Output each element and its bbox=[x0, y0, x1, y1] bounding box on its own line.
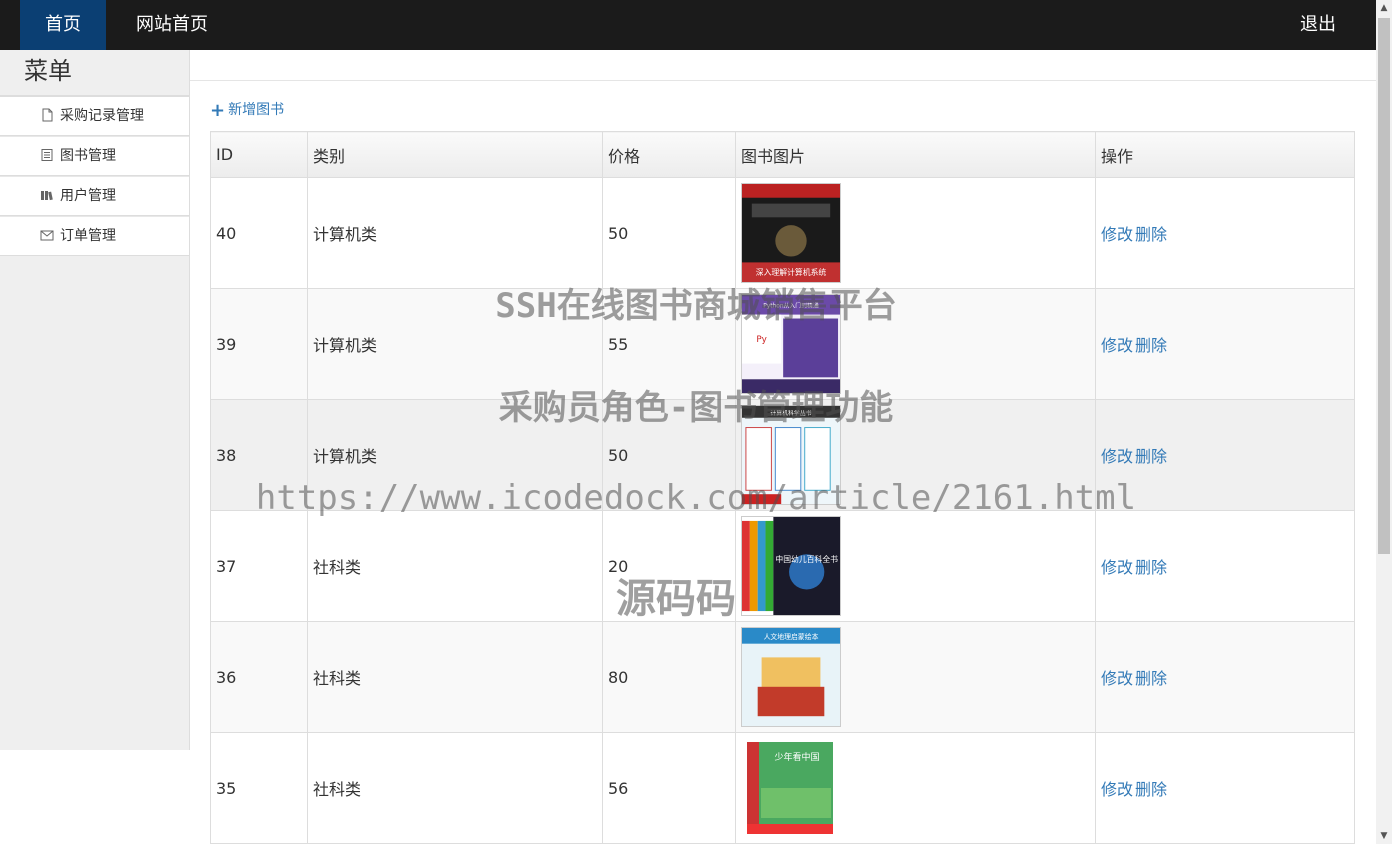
edit-link[interactable]: 修改 bbox=[1101, 447, 1133, 466]
book-cover-image: 人文地理启蒙绘本 bbox=[741, 627, 841, 727]
cell-price: 50 bbox=[602, 177, 736, 289]
cell-actions: 修改 删除 bbox=[1095, 732, 1355, 844]
cell-category: 社科类 bbox=[307, 510, 603, 622]
cell-cover: 计算机科学丛书 bbox=[735, 399, 1096, 511]
scroll-up-arrow-icon[interactable]: ▲ bbox=[1376, 0, 1392, 16]
vertical-scrollbar[interactable]: ▲ ▼ bbox=[1376, 0, 1392, 844]
column-header-id: ID bbox=[210, 131, 308, 178]
cell-cover: Py Python从入门到精通 bbox=[735, 288, 1096, 400]
edit-link[interactable]: 修改 bbox=[1101, 780, 1133, 799]
delete-link[interactable]: 删除 bbox=[1135, 447, 1167, 466]
books-icon bbox=[40, 188, 54, 202]
table-row: 36 社科类 80 人文地理启蒙绘本 修改 删除 bbox=[210, 621, 1355, 733]
table-row: 39 计算机类 55 Py Python从入门到精通 修改 删除 bbox=[210, 288, 1355, 400]
sidebar-item-label: 订单管理 bbox=[60, 228, 116, 244]
cell-price: 55 bbox=[602, 288, 736, 400]
edit-link[interactable]: 修改 bbox=[1101, 225, 1133, 244]
plus-icon: + bbox=[210, 100, 226, 121]
edit-link[interactable]: 修改 bbox=[1101, 558, 1133, 577]
list-icon bbox=[40, 148, 54, 162]
cell-cover: 中国幼儿百科全书 bbox=[735, 510, 1096, 622]
column-header-actions: 操作 bbox=[1095, 131, 1355, 178]
cell-cover: 深入理解计算机系统 bbox=[735, 177, 1096, 289]
cell-category: 社科类 bbox=[307, 621, 603, 733]
cell-category: 计算机类 bbox=[307, 288, 603, 400]
book-cover-image: 中国幼儿百科全书 bbox=[741, 516, 841, 616]
cell-category: 社科类 bbox=[307, 732, 603, 844]
cell-id: 35 bbox=[210, 732, 308, 844]
cover-title: 少年看中国 bbox=[774, 751, 819, 763]
table-row: 35 社科类 56 少年看中国 修改 删除 bbox=[210, 732, 1355, 844]
cell-cover: 人文地理启蒙绘本 bbox=[735, 621, 1096, 733]
sidebar-item-label: 用户管理 bbox=[60, 188, 116, 204]
delete-link[interactable]: 删除 bbox=[1135, 336, 1167, 355]
table-row: 38 计算机类 50 计算机科学丛书 修改 删除 bbox=[210, 399, 1355, 511]
column-header-price: 价格 bbox=[602, 131, 736, 178]
logout-link[interactable]: 退出 bbox=[1300, 0, 1336, 50]
nav-home-link[interactable]: 首页 bbox=[20, 0, 106, 50]
delete-link[interactable]: 删除 bbox=[1135, 780, 1167, 799]
sidebar-item-users[interactable]: 用户管理 bbox=[0, 176, 189, 216]
cover-title: Python从入门到精通 bbox=[763, 302, 819, 310]
svg-text:Py: Py bbox=[756, 335, 767, 345]
cell-category: 计算机类 bbox=[307, 399, 603, 511]
sidebar-item-label: 采购记录管理 bbox=[60, 108, 144, 124]
scrollbar-thumb[interactable] bbox=[1378, 18, 1390, 554]
cover-title: 计算机科学丛书 bbox=[770, 409, 811, 417]
cell-actions: 修改 删除 bbox=[1095, 621, 1355, 733]
cell-price: 56 bbox=[602, 732, 736, 844]
cell-id: 39 bbox=[210, 288, 308, 400]
delete-link[interactable]: 删除 bbox=[1135, 669, 1167, 688]
envelope-icon bbox=[40, 228, 54, 242]
add-book-button[interactable]: + 新增图书 bbox=[210, 99, 284, 121]
cell-actions: 修改 删除 bbox=[1095, 510, 1355, 622]
sidebar-menu: 采购记录管理 图书管理 用户管理 订单管理 bbox=[0, 96, 189, 256]
books-table: ID 类别 价格 图书图片 操作 40 计算机类 50 深入理解计算机系统 修改… bbox=[210, 131, 1355, 844]
nav-site-home-link[interactable]: 网站首页 bbox=[136, 0, 208, 50]
cell-price: 80 bbox=[602, 621, 736, 733]
top-navbar: 首页 网站首页 退出 bbox=[0, 0, 1376, 50]
file-icon bbox=[40, 108, 54, 122]
sidebar-item-orders[interactable]: 订单管理 bbox=[0, 216, 189, 256]
delete-link[interactable]: 删除 bbox=[1135, 558, 1167, 577]
sidebar: 菜单 采购记录管理 图书管理 用户管理 订单管理 bbox=[0, 50, 190, 750]
sidebar-title: 菜单 bbox=[0, 50, 189, 96]
cell-actions: 修改 删除 bbox=[1095, 399, 1355, 511]
cell-id: 37 bbox=[210, 510, 308, 622]
cell-actions: 修改 删除 bbox=[1095, 177, 1355, 289]
cell-price: 50 bbox=[602, 399, 736, 511]
book-cover-image: 少年看中国 bbox=[747, 742, 833, 834]
cell-id: 38 bbox=[210, 399, 308, 511]
book-cover-image: 计算机科学丛书 bbox=[741, 405, 841, 505]
cover-title: 深入理解计算机系统 bbox=[756, 267, 827, 277]
cell-id: 40 bbox=[210, 177, 308, 289]
add-book-label: 新增图书 bbox=[228, 102, 285, 118]
edit-link[interactable]: 修改 bbox=[1101, 336, 1133, 355]
delete-link[interactable]: 删除 bbox=[1135, 225, 1167, 244]
sidebar-item-purchase-records[interactable]: 采购记录管理 bbox=[0, 96, 189, 136]
column-header-cover: 图书图片 bbox=[735, 131, 1096, 178]
cell-cover: 少年看中国 bbox=[735, 732, 1096, 844]
cell-actions: 修改 删除 bbox=[1095, 288, 1355, 400]
cell-price: 20 bbox=[602, 510, 736, 622]
cell-id: 36 bbox=[210, 621, 308, 733]
table-header-row: ID 类别 价格 图书图片 操作 bbox=[210, 131, 1355, 178]
table-row: 40 计算机类 50 深入理解计算机系统 修改 删除 bbox=[210, 177, 1355, 289]
sidebar-item-label: 图书管理 bbox=[60, 148, 116, 164]
content-divider bbox=[190, 80, 1376, 81]
cell-category: 计算机类 bbox=[307, 177, 603, 289]
table-row: 37 社科类 20 中国幼儿百科全书 修改 删除 bbox=[210, 510, 1355, 622]
sidebar-item-books[interactable]: 图书管理 bbox=[0, 136, 189, 176]
edit-link[interactable]: 修改 bbox=[1101, 669, 1133, 688]
book-cover-image: 深入理解计算机系统 bbox=[741, 183, 841, 283]
book-cover-image: Py Python从入门到精通 bbox=[741, 294, 841, 394]
column-header-category: 类别 bbox=[307, 131, 603, 178]
cover-title: 中国幼儿百科全书 bbox=[775, 554, 838, 564]
scroll-down-arrow-icon[interactable]: ▼ bbox=[1376, 828, 1392, 844]
cover-title: 人文地理启蒙绘本 bbox=[764, 632, 819, 641]
